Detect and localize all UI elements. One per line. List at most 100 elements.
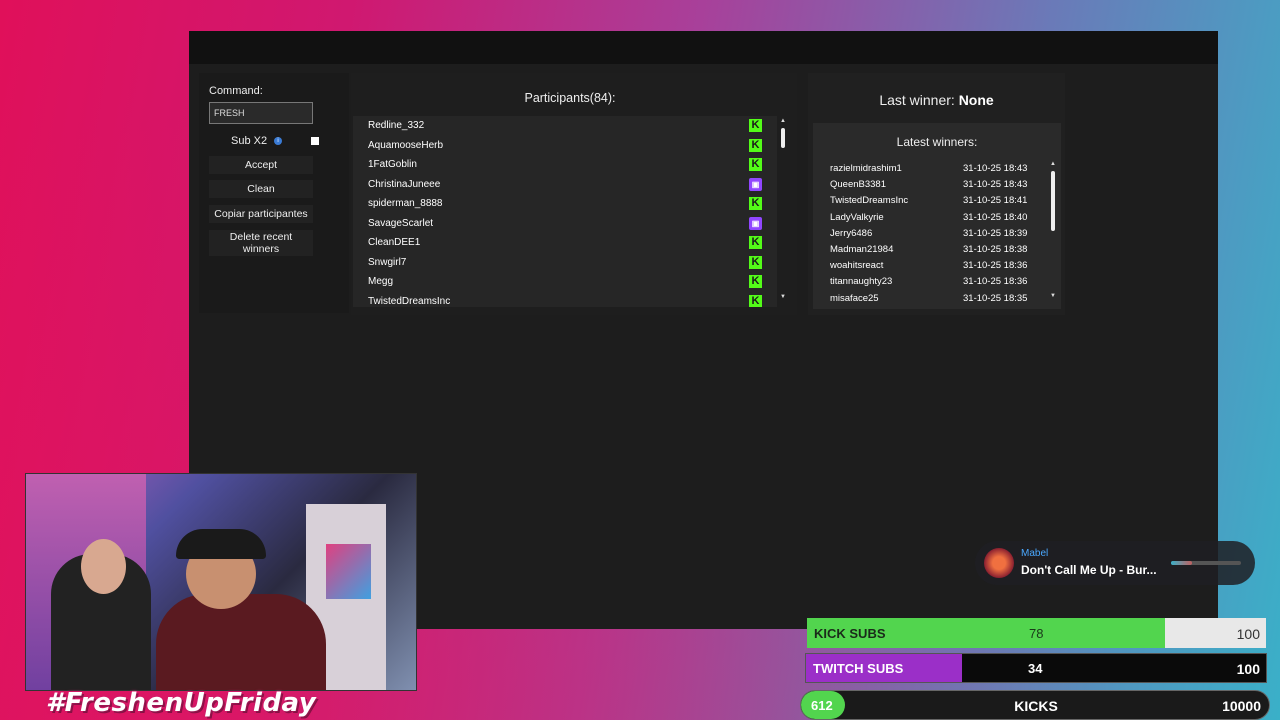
latest-winners-box: Latest winners: razielmidrashim1 31-10-25… (813, 123, 1061, 309)
winner-row: QueenB3381 31-10-25 18:43 (813, 177, 1048, 193)
latest-winners-title: Latest winners: (896, 135, 978, 149)
participant-name: spiderman_8888 (368, 198, 443, 209)
winner-date: 31-10-25 18:38 (963, 244, 1028, 255)
delete-button-line1: Delete recent (229, 231, 293, 243)
participant-name: Snwgirl7 (368, 256, 407, 268)
winner-name: QueenB3381 (830, 179, 886, 191)
subx2-row: Sub X2 i (209, 133, 319, 149)
winner-date: 31-10-25 18:36 (963, 260, 1028, 272)
copy-participants-button[interactable]: Copiar participantes (209, 205, 313, 223)
participant-row[interactable]: AquamooseHerb K (353, 136, 763, 156)
kicks-goal-bar: 612 KICKS 10000 (800, 690, 1270, 720)
participants-list[interactable]: Redline_332 K AquamooseHerb K 1FatGoblin K Chr… (353, 116, 777, 307)
scroll-up-arrow-icon[interactable]: ▲ (1049, 161, 1057, 167)
scroll-up-arrow-icon[interactable]: ▲ (779, 118, 787, 124)
participants-panel: Participants(84): Redline_332 K AquamooseH… (351, 73, 797, 315)
album-art (984, 548, 1014, 578)
info-icon[interactable]: i (274, 137, 282, 145)
scroll-thumb[interactable] (1051, 171, 1055, 231)
participant-name: Redline_332 (368, 120, 425, 131)
webcam-face-left (81, 539, 126, 594)
winner-row: titannaughty23 31-10-25 18:36 (813, 274, 1048, 290)
kick-icon: K (749, 197, 762, 210)
winner-name: TwistedDreamsInc (830, 195, 909, 207)
scroll-down-arrow-icon[interactable]: ▼ (779, 294, 787, 300)
kick-subs-current: 78 (1029, 626, 1044, 641)
winner-name: LadyValkyrie (830, 211, 884, 223)
app-titlebar (189, 31, 1218, 64)
kick-subs-goal-bar: KICK SUBS 78 100 (807, 618, 1266, 648)
webcam-feed (25, 473, 417, 691)
kick-icon: K (749, 236, 762, 249)
latest-winners-list[interactable]: razielmidrashim1 31-10-25 18:43 QueenB3381… (813, 161, 1053, 304)
twitch-subs-target: 100 (1236, 661, 1260, 677)
scroll-thumb[interactable] (781, 128, 785, 148)
kick-icon: K (749, 255, 762, 269)
webcam-person-right (156, 594, 326, 690)
winner-date: 31-10-25 18:39 (963, 227, 1028, 239)
twitch-icon: ▣ (749, 177, 762, 191)
now-playing-progress (1171, 561, 1241, 565)
winners-scrollbar[interactable]: ▲ ▼ (1049, 161, 1057, 303)
hashtag-banner: #FreshenUpFriday (46, 688, 317, 718)
subx2-checkbox[interactable] (311, 137, 319, 145)
participant-name: 1FatGoblin (368, 159, 417, 170)
participants-scrollbar[interactable]: ▲ ▼ (779, 118, 787, 304)
twitch-icon: ▣ (749, 216, 762, 230)
participant-row[interactable]: spiderman_8888 K (353, 194, 763, 214)
winner-row: razielmidrashim1 31-10-25 18:43 (813, 161, 1048, 177)
scroll-down-arrow-icon[interactable]: ▼ (1049, 293, 1057, 299)
command-panel: Command: Sub X2 i Accept Clean Copiar pa… (199, 73, 349, 313)
last-winner-label: Last winner: (879, 92, 955, 108)
participants-title: Participants(84): (524, 91, 616, 105)
participant-name: SavageScarlet (368, 217, 434, 229)
winner-date: 31-10-25 18:35 (963, 292, 1028, 304)
participant-row[interactable]: CleanDEE1 K (353, 233, 763, 253)
winner-row: TwistedDreamsInc 31-10-25 18:41 (813, 193, 1048, 209)
twitch-subs-label: TWITCH SUBS (813, 661, 904, 676)
winner-date: 31-10-25 18:36 (963, 276, 1028, 288)
participant-row[interactable]: Snwgirl7 K (353, 253, 763, 273)
accept-button[interactable]: Accept (209, 156, 313, 174)
participant-row[interactable]: Megg K (353, 272, 763, 292)
kick-icon: K (749, 275, 762, 288)
winner-name: woahitsreact (830, 260, 884, 272)
clean-button[interactable]: Clean (209, 180, 313, 198)
participant-name: CleanDEE1 (368, 237, 421, 248)
now-playing-widget: Mabel Don't Call Me Up - Bur... (975, 541, 1255, 585)
participant-row[interactable]: SavageScarlet ▣ (353, 214, 763, 234)
twitch-subs-current: 34 (1028, 661, 1043, 676)
winner-date: 31-10-25 18:43 (963, 179, 1028, 191)
now-playing-progress-fill (1171, 561, 1192, 565)
winner-row: LadyValkyrie 31-10-25 18:40 (813, 210, 1048, 226)
participant-row[interactable]: 1FatGoblin K (353, 155, 763, 175)
participant-row[interactable]: ChristinaJuneee ▣ (353, 175, 763, 195)
kick-subs-target: 100 (1236, 626, 1260, 642)
winners-panel: Last winner: None Latest winners: raziel… (808, 73, 1065, 315)
participant-row[interactable]: TwistedDreamsInc K (353, 292, 763, 307)
kick-icon: K (749, 158, 762, 171)
delete-button-line2: winners (242, 243, 280, 255)
winner-row: Jerry6486 31-10-25 18:39 (813, 226, 1048, 242)
winner-row: misaface25 31-10-25 18:35 (813, 291, 1048, 304)
command-input[interactable] (209, 102, 313, 124)
participant-name: TwistedDreamsInc (368, 295, 451, 307)
kicks-label: KICKS (1014, 698, 1058, 714)
participant-name: Megg (368, 276, 394, 287)
twitch-subs-goal-bar: TWITCH SUBS 34 100 (805, 653, 1267, 683)
winner-name: titannaughty23 (830, 276, 893, 288)
winner-name: Madman21984 (830, 244, 894, 255)
kick-icon: K (749, 294, 762, 307)
participant-name: AquamooseHerb (368, 139, 444, 151)
winner-row: Madman21984 31-10-25 18:38 (813, 242, 1048, 258)
kick-icon: K (749, 138, 762, 152)
winner-name: misaface25 (830, 292, 879, 304)
delete-recent-winners-button[interactable]: Delete recent winners (209, 230, 313, 256)
winner-date: 31-10-25 18:43 (963, 163, 1028, 174)
kick-icon: K (749, 119, 762, 132)
command-label: Command: (209, 85, 263, 97)
webcam-cap (176, 529, 266, 559)
winner-name: Jerry6486 (830, 227, 873, 239)
participant-row[interactable]: Redline_332 K (353, 116, 763, 136)
webcam-poster (326, 544, 371, 599)
